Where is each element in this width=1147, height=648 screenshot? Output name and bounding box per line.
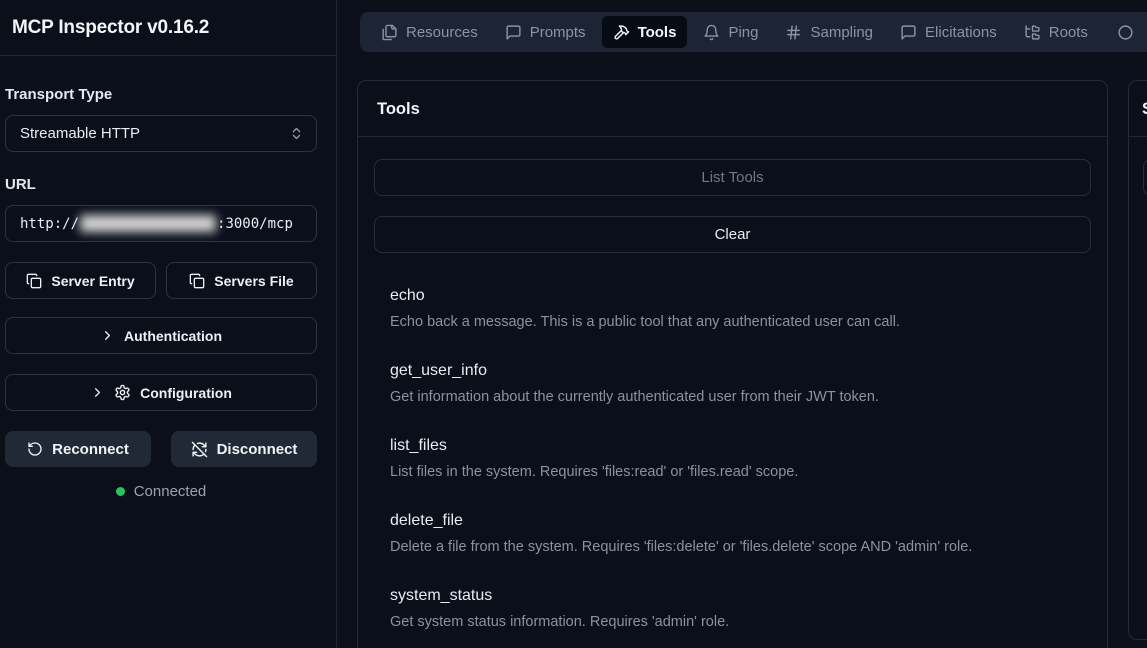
url-suffix: :3000/mcp	[217, 216, 293, 232]
tab-elicitations[interactable]: Elicitations	[889, 16, 1008, 48]
tool-item-system-status[interactable]: system_status Get system status informat…	[390, 585, 1075, 632]
tool-description: Echo back a message. This is a public to…	[390, 312, 1075, 332]
tab-resources[interactable]: Resources	[370, 16, 489, 48]
tab-label: Elicitations	[925, 24, 997, 41]
clear-button[interactable]: Clear	[374, 216, 1091, 253]
selected-tool-panel-content	[1129, 137, 1147, 212]
tool-item-list-files[interactable]: list_files List files in the system. Req…	[390, 435, 1075, 482]
servers-file-button[interactable]: Servers File	[166, 262, 317, 299]
connection-buttons-row: Reconnect Disconnect	[5, 431, 317, 467]
tool-name: list_files	[390, 435, 1075, 457]
copy-icon	[26, 273, 42, 289]
transport-type-label: Transport Type	[5, 86, 317, 103]
tool-name: system_status	[390, 585, 1075, 607]
gear-icon	[114, 384, 131, 401]
transport-type-select[interactable]: Streamable HTTP	[5, 115, 317, 152]
disconnect-label: Disconnect	[217, 441, 298, 458]
tab-label: Ping	[728, 24, 758, 41]
tab-label: Resources	[406, 24, 478, 41]
tab-tools[interactable]: Tools	[602, 16, 688, 48]
server-entry-button[interactable]: Server Entry	[5, 262, 156, 299]
tool-name: echo	[390, 285, 1075, 307]
tab-sampling[interactable]: Sampling	[774, 16, 884, 48]
selected-tool-panel: S	[1128, 80, 1147, 640]
bell-icon	[703, 24, 720, 41]
app-root: MCP Inspector v0.16.2 Transport Type Str…	[0, 0, 1147, 648]
chevrons-up-down-icon	[289, 126, 304, 141]
servers-file-label: Servers File	[214, 273, 293, 289]
tool-name: get_user_info	[390, 360, 1075, 382]
tool-description: Get information about the currently auth…	[390, 387, 1075, 407]
url-label: URL	[5, 176, 317, 193]
transport-type-value: Streamable HTTP	[20, 125, 140, 142]
configuration-label: Configuration	[140, 385, 232, 401]
files-icon	[381, 24, 398, 41]
tab-label: Roots	[1049, 24, 1088, 41]
status-label: Connected	[134, 483, 207, 500]
url-input[interactable]: http:// :3000/mcp	[5, 205, 317, 242]
partial-circle-icon	[1117, 24, 1134, 41]
tools-panel: Tools List Tools Clear echo Echo back a …	[357, 80, 1108, 648]
hammer-icon	[613, 24, 630, 41]
selected-tool-panel-title: S	[1129, 81, 1147, 137]
refresh-off-icon	[191, 441, 208, 458]
tool-description: List files in the system. Requires 'file…	[390, 462, 1075, 482]
chevron-right-icon	[100, 328, 115, 343]
list-tools-button[interactable]: List Tools	[374, 159, 1091, 196]
connection-status: Connected	[5, 483, 317, 500]
sidebar: MCP Inspector v0.16.2 Transport Type Str…	[0, 0, 337, 648]
top-nav: Resources Prompts Tools Ping Sampling	[360, 12, 1147, 52]
authentication-toggle[interactable]: Authentication	[5, 317, 317, 354]
status-dot	[116, 487, 125, 496]
disconnect-button[interactable]: Disconnect	[171, 431, 317, 467]
tab-roots[interactable]: Roots	[1013, 16, 1099, 48]
tab-ping[interactable]: Ping	[692, 16, 769, 48]
tab-label: Tools	[638, 24, 677, 41]
sidebar-body: Transport Type Streamable HTTP URL http:…	[0, 56, 336, 500]
tool-description: Delete a file from the system. Requires …	[390, 537, 1075, 557]
server-entry-label: Server Entry	[51, 273, 134, 289]
hash-icon	[785, 24, 802, 41]
server-buttons-row: Server Entry Servers File	[5, 262, 317, 299]
tab-label: Prompts	[530, 24, 586, 41]
tab-prompts[interactable]: Prompts	[494, 16, 597, 48]
copy-icon	[189, 273, 205, 289]
reconnect-label: Reconnect	[52, 441, 129, 458]
tool-item-get-user-info[interactable]: get_user_info Get information about the …	[390, 360, 1075, 407]
tool-name: delete_file	[390, 510, 1075, 532]
message-square-icon	[900, 24, 917, 41]
configuration-toggle[interactable]: Configuration	[5, 374, 317, 411]
tool-item-echo[interactable]: echo Echo back a message. This is a publ…	[390, 285, 1075, 332]
authentication-label: Authentication	[124, 328, 222, 344]
rotate-ccw-icon	[27, 441, 43, 457]
tab-label: Sampling	[810, 24, 873, 41]
url-prefix: http://	[20, 216, 79, 232]
sidebar-header: MCP Inspector v0.16.2	[0, 0, 336, 56]
folder-tree-icon	[1024, 24, 1041, 41]
tools-panel-content: List Tools Clear echo Echo back a messag…	[358, 137, 1107, 648]
selected-tool-box[interactable]	[1143, 159, 1147, 196]
tab-partial[interactable]	[1106, 16, 1145, 48]
message-square-icon	[505, 24, 522, 41]
tool-list: echo Echo back a message. This is a publ…	[374, 285, 1091, 632]
reconnect-button[interactable]: Reconnect	[5, 431, 151, 467]
redacted-host	[80, 215, 216, 232]
app-title: MCP Inspector v0.16.2	[12, 17, 324, 39]
tool-description: Get system status information. Requires …	[390, 612, 1075, 632]
tools-panel-title: Tools	[358, 81, 1107, 137]
chevron-right-icon	[90, 385, 105, 400]
tool-item-delete-file[interactable]: delete_file Delete a file from the syste…	[390, 510, 1075, 557]
